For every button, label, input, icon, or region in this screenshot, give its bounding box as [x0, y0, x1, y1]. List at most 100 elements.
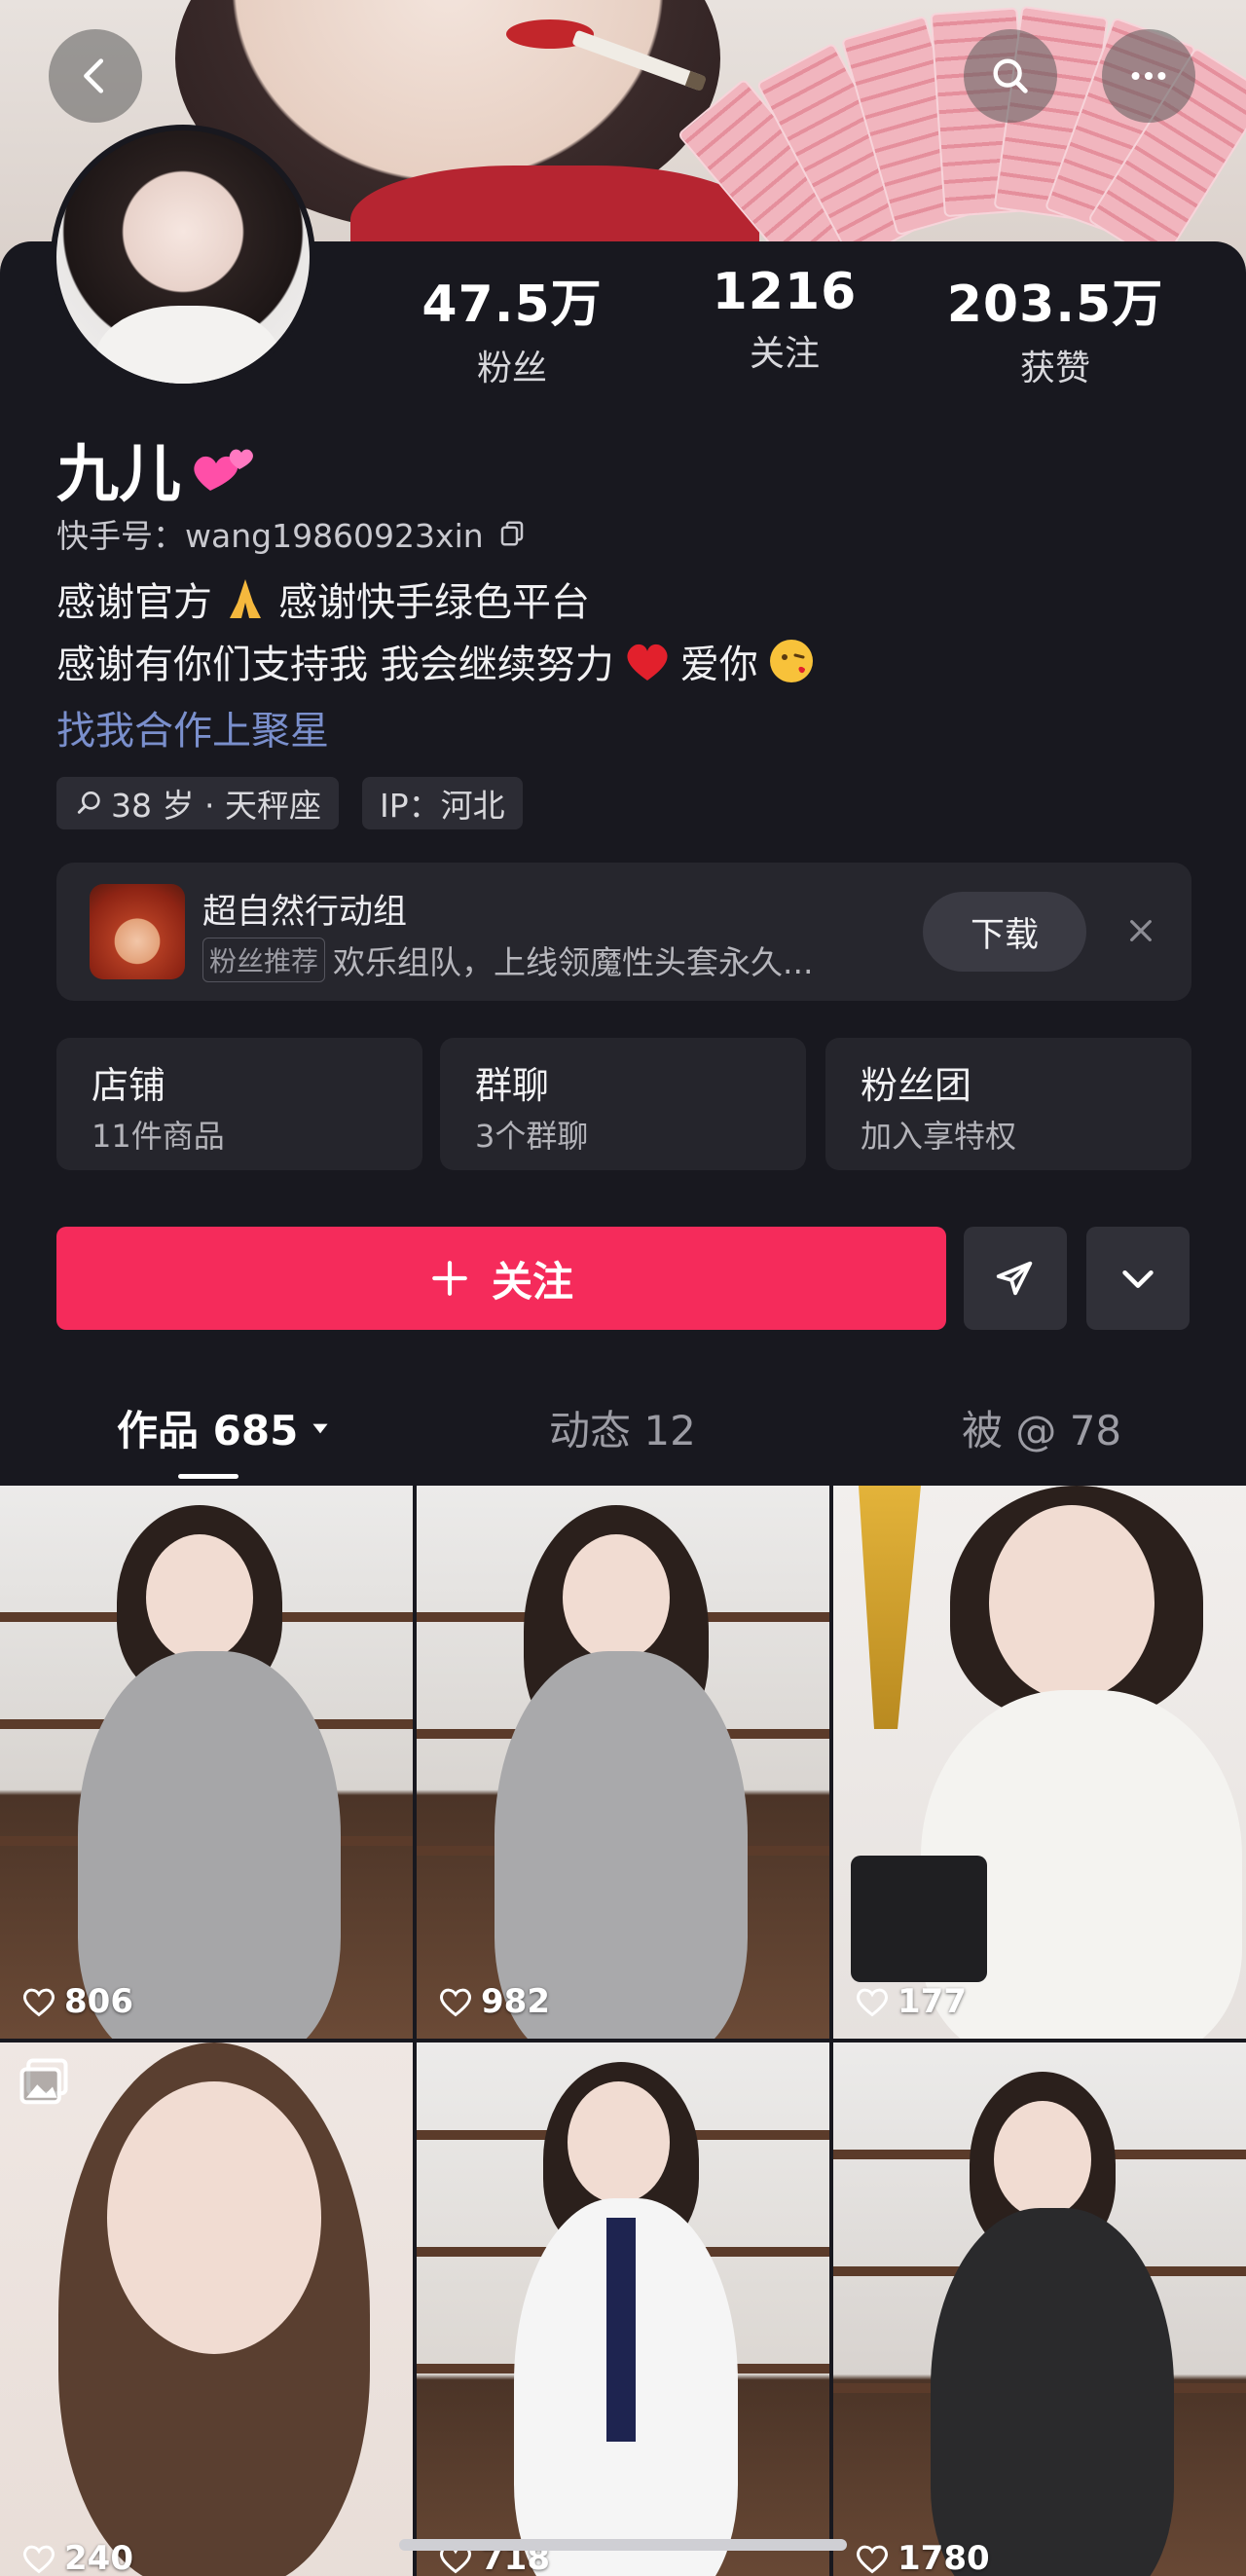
bio-line-2: 感谢有你们支持我 我会继续努力 爱你	[56, 633, 817, 689]
video-thumbnail[interactable]: 806	[0, 1486, 413, 2039]
video-likes: 177	[855, 1982, 967, 2021]
tab-active-indicator	[178, 1474, 238, 1479]
follow-label: 关注	[491, 1257, 573, 1306]
heart-outline-icon	[856, 2545, 889, 2574]
person-body	[931, 2208, 1174, 2576]
video-thumbnail[interactable]: 177	[833, 1486, 1246, 2039]
video-thumbnail[interactable]: 982	[417, 1486, 829, 2039]
copy-icon[interactable]	[497, 519, 527, 548]
likes-count: 806	[64, 1982, 133, 2021]
search-small-icon	[77, 791, 100, 814]
game-description-row: 粉丝推荐 欢乐组队，上线领魔性头套永久...	[202, 937, 814, 983]
heart-outline-icon	[439, 1988, 472, 2017]
age-zodiac-tag: 38 岁 · 天秤座	[56, 777, 339, 829]
game-description: 欢乐组队，上线领魔性头套永久...	[333, 943, 814, 981]
video-thumbnail[interactable]: 718	[417, 2042, 829, 2576]
tab-moments[interactable]: 动态 12	[549, 1398, 696, 1457]
tag-text: IP：河北	[380, 787, 505, 825]
video-thumbnail[interactable]: 240	[0, 2042, 413, 2576]
video-likes: 806	[21, 1982, 133, 2021]
person-face	[994, 2101, 1091, 2218]
person-face	[563, 1534, 670, 1661]
heart-outline-icon	[22, 2545, 55, 2574]
more-button[interactable]	[1102, 29, 1195, 123]
person-face	[989, 1505, 1154, 1700]
two-hearts-icon	[194, 449, 253, 491]
neck-scarf	[606, 2218, 636, 2442]
likes-count: 1780	[898, 2539, 990, 2576]
kuaishou-id-row: 快手号：wang19860923xin	[56, 510, 527, 557]
stat-value: 1216	[712, 263, 858, 321]
stat-likes[interactable]: 203.5万 获赞	[929, 263, 1182, 390]
close-promo-button[interactable]	[1114, 903, 1168, 958]
image-album-icon	[19, 2058, 68, 2105]
shortcut-title: 店铺	[92, 1064, 166, 1107]
search-button[interactable]	[964, 29, 1057, 123]
avatar[interactable]	[51, 125, 315, 389]
plus-icon	[432, 1261, 467, 1296]
caret-down-icon	[312, 1423, 328, 1433]
close-icon	[1130, 920, 1152, 941]
more-icon	[1131, 71, 1166, 81]
tab-works[interactable]: 作品 685	[117, 1398, 333, 1457]
cooperation-link[interactable]: 找我合作上聚星	[56, 699, 329, 755]
shop-shortcut[interactable]: 店铺 11件商品	[56, 1038, 422, 1170]
shortcut-subtitle: 3个群聊	[475, 1118, 589, 1155]
stat-label: 关注	[749, 334, 820, 374]
person-body	[78, 1651, 341, 2039]
bio-text: 爱你	[679, 643, 758, 687]
back-icon	[84, 58, 104, 93]
stat-value: 203.5万	[946, 276, 1164, 334]
video-thumbnail[interactable]: 1780	[833, 2042, 1246, 2576]
fan-club-shortcut[interactable]: 粉丝团 加入享特权	[825, 1038, 1191, 1170]
likes-count: 240	[64, 2539, 133, 2576]
red-heart-icon	[627, 644, 668, 681]
bio-line-1: 感谢官方 感谢快手绿色平台	[56, 570, 590, 627]
follow-button[interactable]: 关注	[56, 1227, 946, 1330]
tab-label: 作品 685	[117, 1407, 299, 1454]
search-icon	[993, 58, 1028, 93]
person-body	[495, 1651, 748, 2039]
game-title: 超自然行动组	[202, 893, 408, 932]
fan-recommend-badge: 粉丝推荐	[202, 938, 326, 982]
tab-label: 被 @ 78	[962, 1407, 1122, 1454]
shortcut-subtitle: 加入享特权	[861, 1118, 1017, 1155]
chevron-down-icon	[1122, 1270, 1154, 1288]
back-button[interactable]	[49, 29, 142, 123]
likes-count: 177	[898, 1982, 967, 2021]
person-face	[107, 2081, 321, 2354]
stat-label: 粉丝	[476, 349, 547, 388]
stat-fans[interactable]: 47.5万 粉丝	[385, 263, 639, 390]
shortcut-subtitle: 11件商品	[92, 1118, 225, 1155]
person-face	[146, 1534, 253, 1661]
kuaishou-id: 快手号：wang19860923xin	[56, 517, 484, 555]
trophy-base	[851, 1856, 987, 1982]
game-promo-card[interactable]: 超自然行动组 粉丝推荐 欢乐组队，上线领魔性头套永久... 下载	[56, 863, 1191, 1001]
stat-label: 获赞	[1019, 349, 1090, 388]
profile-name-text: 九儿	[56, 439, 181, 511]
pray-icon	[230, 579, 261, 618]
message-button[interactable]	[964, 1227, 1067, 1330]
bio-text: 感谢有你们支持我 我会继续努力	[56, 643, 614, 687]
more-options-button[interactable]	[1086, 1227, 1190, 1330]
kiss-face-icon	[769, 640, 813, 682]
download-button[interactable]: 下载	[923, 892, 1086, 972]
bio-text: 感谢官方	[56, 580, 212, 625]
home-indicator[interactable]	[399, 2539, 847, 2551]
video-likes: 1780	[855, 2539, 990, 2576]
tab-mentions[interactable]: 被 @ 78	[962, 1398, 1121, 1457]
video-likes: 240	[21, 2539, 133, 2576]
heart-outline-icon	[22, 1988, 55, 2017]
heart-outline-icon	[856, 1988, 889, 2017]
shortcut-title: 粉丝团	[861, 1064, 972, 1107]
stat-value: 47.5万	[421, 276, 603, 334]
likes-count: 982	[481, 1982, 550, 2021]
video-likes: 982	[438, 1982, 550, 2021]
profile-name: 九儿	[56, 424, 259, 514]
send-icon	[996, 1261, 1033, 1296]
bio-text: 感谢快手绿色平台	[278, 580, 590, 625]
game-thumbnail	[90, 884, 185, 979]
group-chat-shortcut[interactable]: 群聊 3个群聊	[440, 1038, 806, 1170]
stat-following[interactable]: 1216 关注	[658, 263, 911, 376]
tab-label: 动态 12	[549, 1407, 696, 1454]
